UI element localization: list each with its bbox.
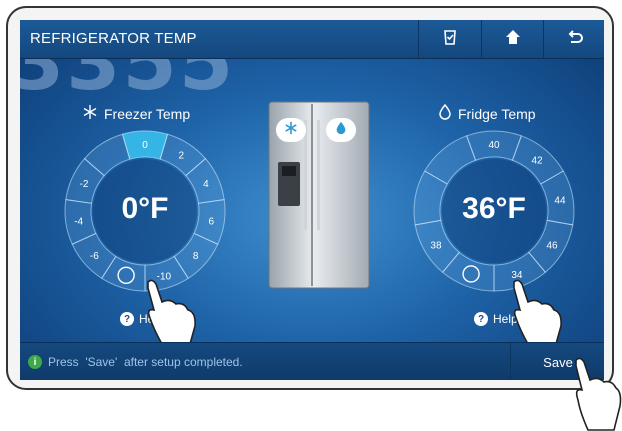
- pointing-hand-icon: [575, 357, 622, 431]
- question-icon: ?: [120, 312, 134, 326]
- freezer-dial-tick-label: -4: [74, 217, 83, 228]
- snowflake-icon: [82, 104, 98, 123]
- freezer-temp-label: Freezer Temp: [82, 104, 190, 123]
- freezer-temp-value: 0°F: [121, 192, 169, 225]
- status-message-text: Press 'Save' after setup completed.: [48, 355, 243, 369]
- fridge-select-badge[interactable]: [326, 118, 356, 142]
- fridge-dial-tick-label: 40: [488, 140, 500, 151]
- water-drop-icon: [334, 121, 348, 140]
- status-message: i Press 'Save' after setup completed.: [28, 355, 243, 369]
- pointing-hand-icon: [147, 279, 196, 345]
- top-bar: REFRIGERATOR TEMP: [20, 20, 604, 59]
- freezer-dial-tick-label: 4: [203, 179, 209, 190]
- freezer-dial-tick-label: 0: [142, 140, 148, 151]
- fridge-dial-tick-label: 38: [430, 241, 442, 252]
- home-icon: [504, 28, 522, 51]
- freezer-dial-tick-label: 2: [178, 151, 184, 162]
- freezer-dial-tick-label: -6: [90, 251, 99, 262]
- pointing-hand-icon: [513, 279, 562, 345]
- back-button[interactable]: [543, 20, 604, 58]
- fridge-dial-tick-label: 46: [546, 241, 558, 252]
- question-icon: ?: [474, 312, 488, 326]
- touch-screen: 3355 REFRIGERATOR TEMP Freezer Temp 0246…: [20, 20, 604, 380]
- fridge-check-icon: [441, 28, 459, 51]
- home-button[interactable]: [481, 20, 544, 58]
- fridge-temp-label-text: Fridge Temp: [458, 105, 536, 122]
- freezer-dial-tick-label: 8: [193, 251, 199, 262]
- fridge-temp-label: Fridge Temp: [438, 103, 536, 123]
- page-title: REFRIGERATOR TEMP: [30, 30, 197, 47]
- info-icon: i: [28, 355, 42, 369]
- fridge-temp-value: 36°F: [462, 192, 526, 225]
- fridge-dial-tick-label: 44: [554, 195, 566, 206]
- fridge-dial-tick-label: 42: [532, 156, 544, 167]
- fridge-check-button[interactable]: [418, 20, 481, 58]
- back-icon: [566, 28, 584, 51]
- freezer-dial-tick-label: -2: [80, 179, 89, 190]
- freezer-select-badge[interactable]: [276, 118, 306, 142]
- freezer-dial-tick-label: 6: [209, 217, 215, 228]
- freezer-temp-label-text: Freezer Temp: [104, 105, 191, 122]
- snowflake-icon: [284, 121, 298, 140]
- water-drop-icon: [438, 103, 452, 123]
- status-bar: i Press 'Save' after setup completed. Sa…: [20, 342, 604, 380]
